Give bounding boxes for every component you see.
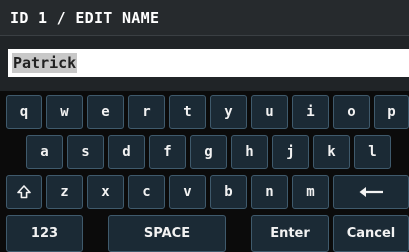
key-label: b	[224, 184, 233, 200]
cancel-button[interactable]: Cancel	[333, 215, 409, 252]
key-e[interactable]: e	[87, 95, 124, 129]
numbers-mode-label: 123	[30, 226, 59, 241]
key-label: w	[60, 104, 69, 120]
key-b[interactable]: b	[210, 175, 247, 209]
key-label: k	[327, 144, 336, 160]
key-f[interactable]: f	[149, 135, 186, 169]
shift-key[interactable]	[6, 175, 42, 209]
screen-title: ID 1 / EDIT NAME	[0, 0, 409, 36]
key-label: m	[306, 184, 315, 200]
key-label: h	[245, 144, 254, 160]
key-d[interactable]: d	[108, 135, 145, 169]
key-z[interactable]: z	[46, 175, 83, 209]
key-o[interactable]: o	[333, 95, 370, 129]
key-q[interactable]: q	[6, 95, 42, 129]
numbers-mode-button[interactable]: 123	[6, 215, 83, 252]
key-label: f	[163, 144, 172, 160]
backspace-key[interactable]	[333, 175, 409, 209]
key-r[interactable]: r	[128, 95, 165, 129]
key-label: x	[101, 184, 110, 200]
key-v[interactable]: v	[169, 175, 206, 209]
key-label: z	[60, 184, 69, 200]
key-label: g	[204, 144, 213, 160]
key-label: e	[101, 104, 110, 120]
key-label: c	[142, 184, 151, 200]
key-s[interactable]: s	[67, 135, 104, 169]
key-i[interactable]: i	[292, 95, 329, 129]
key-l[interactable]: l	[354, 135, 391, 169]
on-screen-keyboard: q w e r t y u i o p a s d f g h j k l z …	[0, 91, 409, 252]
key-label: v	[183, 184, 192, 200]
space-label: SPACE	[143, 226, 191, 241]
key-label: q	[19, 104, 29, 120]
key-g[interactable]: g	[190, 135, 227, 169]
key-label: l	[368, 144, 377, 160]
key-a[interactable]: a	[26, 135, 63, 169]
enter-button[interactable]: Enter	[251, 215, 329, 252]
name-input-value: Patrick	[12, 53, 78, 73]
key-m[interactable]: m	[292, 175, 329, 209]
input-area: Patrick	[0, 36, 409, 91]
left-arrow-icon	[358, 186, 384, 198]
key-label: p	[387, 104, 396, 120]
screen-title-text: ID 1 / EDIT NAME	[10, 9, 160, 27]
key-label: s	[81, 144, 90, 160]
key-u[interactable]: u	[251, 95, 288, 129]
key-y[interactable]: y	[210, 95, 247, 129]
key-h[interactable]: h	[231, 135, 268, 169]
key-label: y	[224, 104, 233, 120]
key-x[interactable]: x	[87, 175, 124, 209]
key-label: d	[122, 144, 131, 160]
cancel-label: Cancel	[346, 226, 396, 241]
key-p[interactable]: p	[374, 95, 409, 129]
key-j[interactable]: j	[272, 135, 309, 169]
key-label: t	[183, 104, 192, 120]
key-label: u	[265, 104, 274, 120]
name-input[interactable]: Patrick	[8, 49, 409, 77]
key-label: r	[142, 104, 151, 120]
enter-label: Enter	[270, 226, 310, 241]
key-label: o	[347, 104, 356, 120]
key-n[interactable]: n	[251, 175, 288, 209]
key-t[interactable]: t	[169, 95, 206, 129]
key-label: i	[306, 104, 315, 120]
space-key[interactable]: SPACE	[108, 215, 226, 252]
key-label: n	[265, 184, 274, 200]
key-label: j	[286, 144, 295, 160]
key-c[interactable]: c	[128, 175, 165, 209]
key-k[interactable]: k	[313, 135, 350, 169]
key-label: a	[40, 144, 49, 160]
shift-arrow-up-icon	[17, 185, 31, 199]
key-w[interactable]: w	[46, 95, 83, 129]
